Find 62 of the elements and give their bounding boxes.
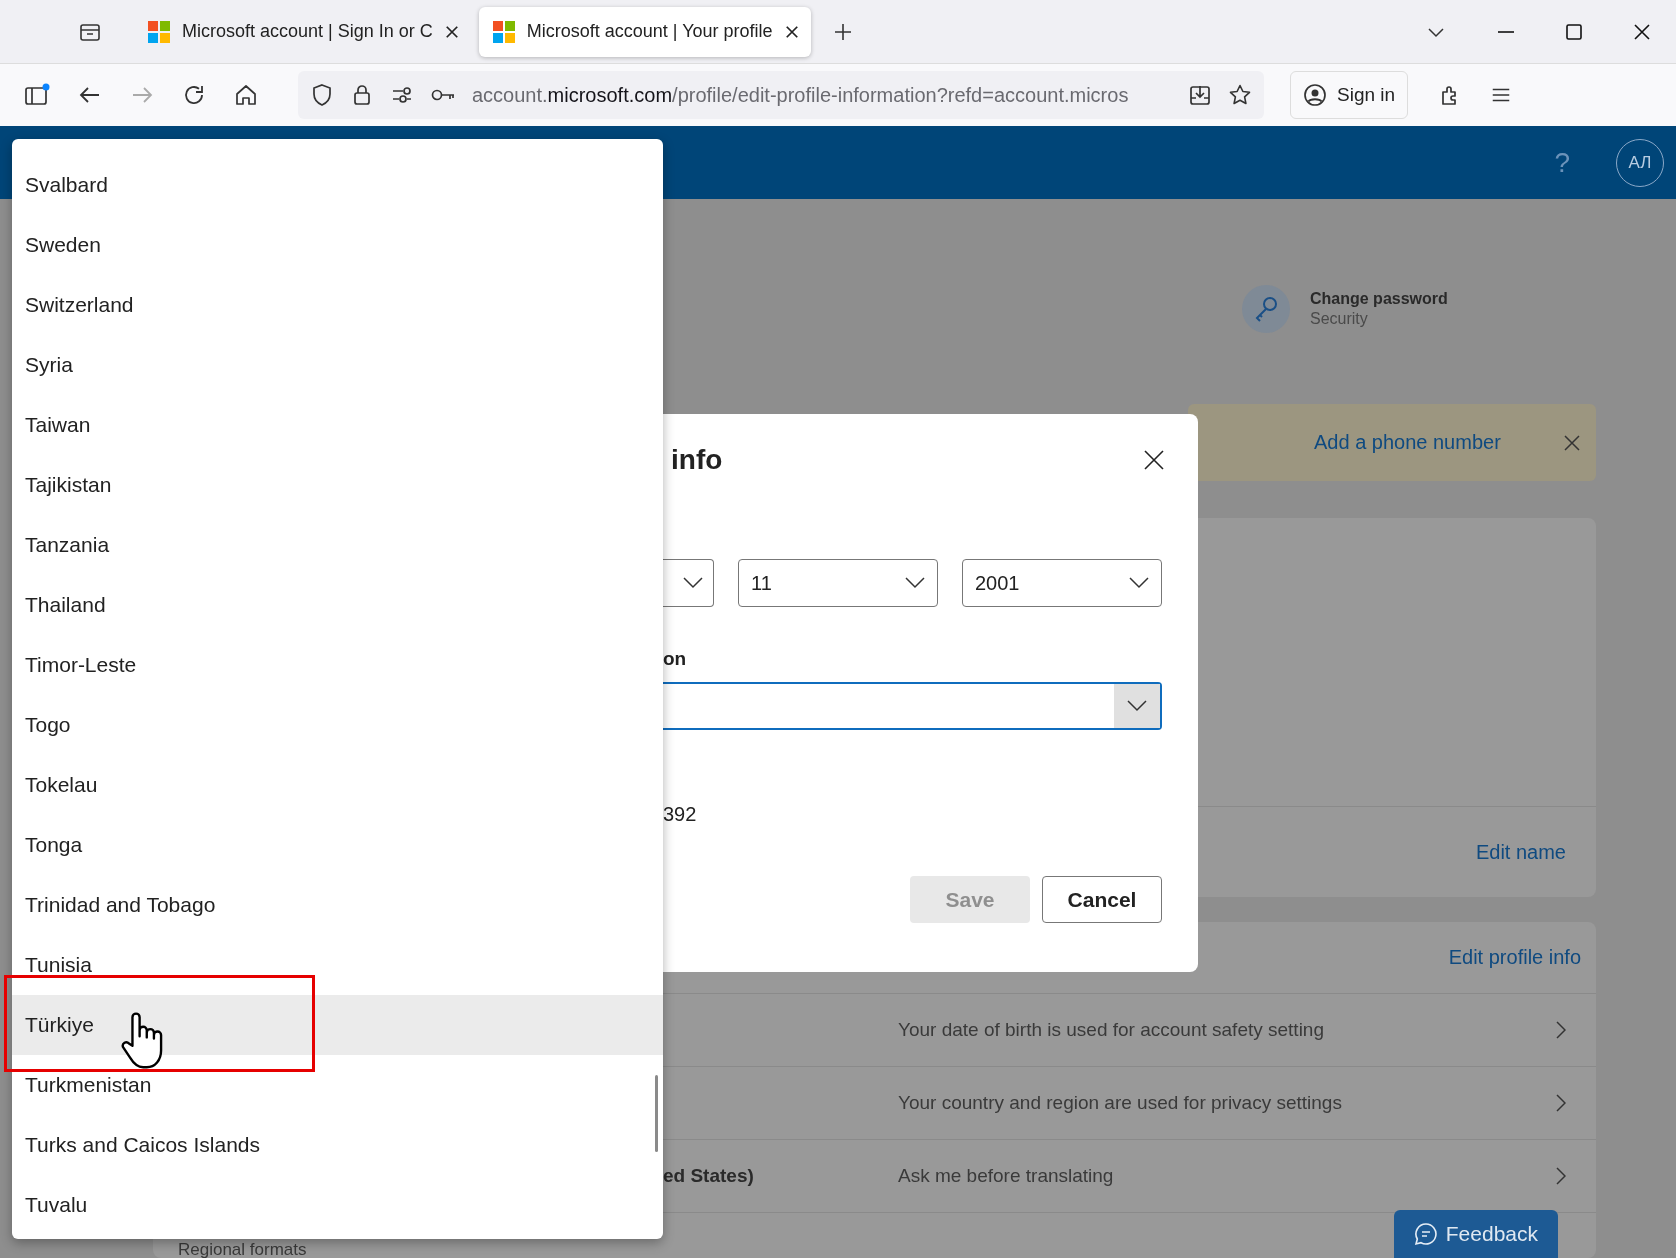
country-option[interactable]: Tunisia	[12, 935, 663, 995]
day-select[interactable]: 11	[738, 559, 938, 607]
account-icon	[1303, 83, 1327, 107]
country-option[interactable]: Thailand	[12, 575, 663, 635]
country-option[interactable]: Tokelau	[12, 755, 663, 815]
country-option[interactable]: Tajikistan	[12, 455, 663, 515]
year-select[interactable]: 2001	[962, 559, 1162, 607]
country-option[interactable]: Türkiye	[12, 995, 663, 1055]
chevron-right-icon	[1556, 1021, 1566, 1039]
country-option[interactable]: Sweden	[12, 215, 663, 275]
star-icon[interactable]	[1228, 83, 1252, 107]
windows-logo-icon	[492, 20, 515, 43]
country-option[interactable]: Togo	[12, 695, 663, 755]
country-option[interactable]: Syria	[12, 335, 663, 395]
chevron-right-icon	[1556, 1094, 1566, 1112]
download-icon[interactable]	[1188, 83, 1212, 107]
windows-logo-icon	[148, 20, 170, 43]
row-description: Ask me before translating	[898, 1165, 1115, 1187]
dialog-title: info	[671, 444, 724, 476]
country-option[interactable]: Tanzania	[12, 515, 663, 575]
sidebar-icon[interactable]	[24, 83, 50, 107]
field-label: on	[663, 647, 688, 671]
country-option[interactable]: Taiwan	[12, 395, 663, 455]
row-label: Regional formats	[178, 1241, 307, 1258]
close-icon[interactable]	[1144, 450, 1164, 470]
sign-in-button[interactable]: Sign in	[1290, 71, 1409, 119]
change-password-link[interactable]: Change password	[1310, 290, 1448, 308]
reload-icon[interactable]	[182, 83, 206, 107]
chevron-down-icon	[683, 577, 703, 589]
address-bar[interactable]: account.microsoft.com/profile/edit-profile-information?refd=account.micros	[298, 71, 1264, 119]
close-icon[interactable]	[784, 24, 799, 39]
home-icon[interactable]	[234, 83, 258, 107]
country-option[interactable]: Tonga	[12, 815, 663, 875]
section-label: Security	[1310, 310, 1369, 328]
tab-title: Microsoft account | Sign In or C	[182, 21, 433, 42]
scrollbar-thumb[interactable]	[655, 1075, 658, 1152]
chevron-down-icon	[905, 577, 925, 589]
plus-icon[interactable]	[832, 21, 853, 42]
row-description: Your date of birth is used for account safety setting	[898, 1019, 1325, 1041]
tab-title: Microsoft account | Your profile	[526, 21, 773, 42]
minimize-icon[interactable]	[1498, 30, 1514, 33]
country-option[interactable]: Svalbard	[12, 155, 663, 215]
speech-bubble-icon	[1413, 1222, 1438, 1246]
country-option[interactable]: Timor-Leste	[12, 635, 663, 695]
cancel-button[interactable]: Cancel	[1042, 876, 1162, 923]
row-value: ed States)	[663, 1165, 755, 1187]
country-option[interactable]: Switzerland	[12, 275, 663, 335]
close-icon[interactable]	[444, 24, 459, 39]
close-icon[interactable]	[1634, 23, 1650, 40]
feedback-button[interactable]: Feedback	[1393, 1210, 1558, 1258]
maximize-icon[interactable]	[1566, 23, 1582, 40]
row-description: Your country and region are used for privacy settings	[898, 1092, 1343, 1114]
country-select[interactable]	[663, 682, 1162, 730]
browser-tab[interactable]: Microsoft account | Your profile	[478, 6, 811, 57]
browser-tab[interactable]: Microsoft account | Sign In or C	[134, 6, 471, 57]
country-option[interactable]: Trinidad and Tobago	[12, 875, 663, 935]
chevron-down-icon	[1129, 577, 1149, 589]
chevron-right-icon	[1556, 1167, 1566, 1185]
shield-icon[interactable]	[310, 83, 334, 107]
chevron-down-icon	[1127, 700, 1147, 712]
url-text: account.microsoft.com/profile/edit-profile-information?refd=account.micros	[472, 83, 1130, 107]
field-value: 392	[663, 803, 698, 826]
